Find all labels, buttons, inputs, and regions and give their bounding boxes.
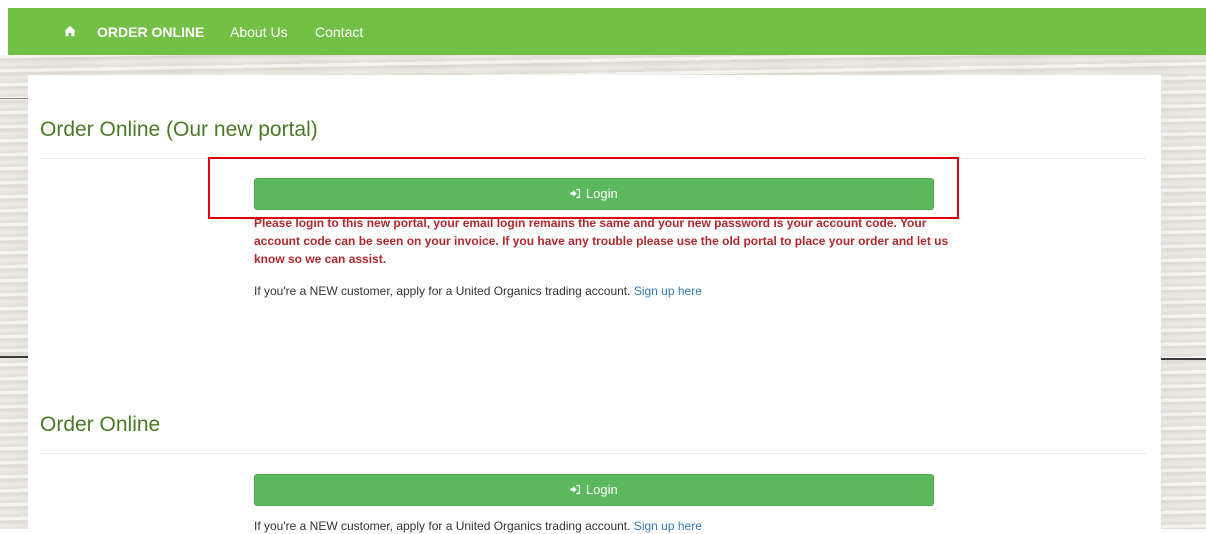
content-panel xyxy=(28,75,1161,529)
signup-text: If you're a NEW customer, apply for a Un… xyxy=(254,284,631,298)
sign-up-link[interactable]: Sign up here xyxy=(634,284,702,298)
sign-up-link[interactable]: Sign up here xyxy=(634,519,702,533)
top-navbar: ORDER ONLINE About Us Contact xyxy=(8,8,1206,55)
signup-line: If you're a NEW customer, apply for a Un… xyxy=(254,283,702,299)
divider xyxy=(40,453,1146,454)
login-button-label: Login xyxy=(585,482,618,497)
nav-item-contact[interactable]: Contact xyxy=(315,23,363,41)
signup-line: If you're a NEW customer, apply for a Un… xyxy=(254,518,702,534)
new-portal-notice: Please login to this new portal, your em… xyxy=(254,216,949,266)
section-heading-order-online: Order Online xyxy=(40,413,161,436)
sign-in-icon xyxy=(570,188,581,199)
sign-in-icon xyxy=(570,484,581,495)
background-seam xyxy=(0,356,28,358)
section-heading-new-portal: Order Online (Our new portal) xyxy=(40,118,318,141)
login-button-label: Login xyxy=(585,186,618,201)
login-button-new-portal[interactable]: Login xyxy=(254,178,934,210)
background-seam xyxy=(1161,358,1206,360)
signup-text: If you're a NEW customer, apply for a Un… xyxy=(254,519,631,533)
nav-item-about-us[interactable]: About Us xyxy=(230,23,288,41)
divider xyxy=(40,158,1146,159)
nav-item-order-online[interactable]: ORDER ONLINE xyxy=(97,23,204,41)
login-button[interactable]: Login xyxy=(254,474,934,506)
background-seam xyxy=(0,98,28,99)
home-icon[interactable] xyxy=(64,25,76,37)
